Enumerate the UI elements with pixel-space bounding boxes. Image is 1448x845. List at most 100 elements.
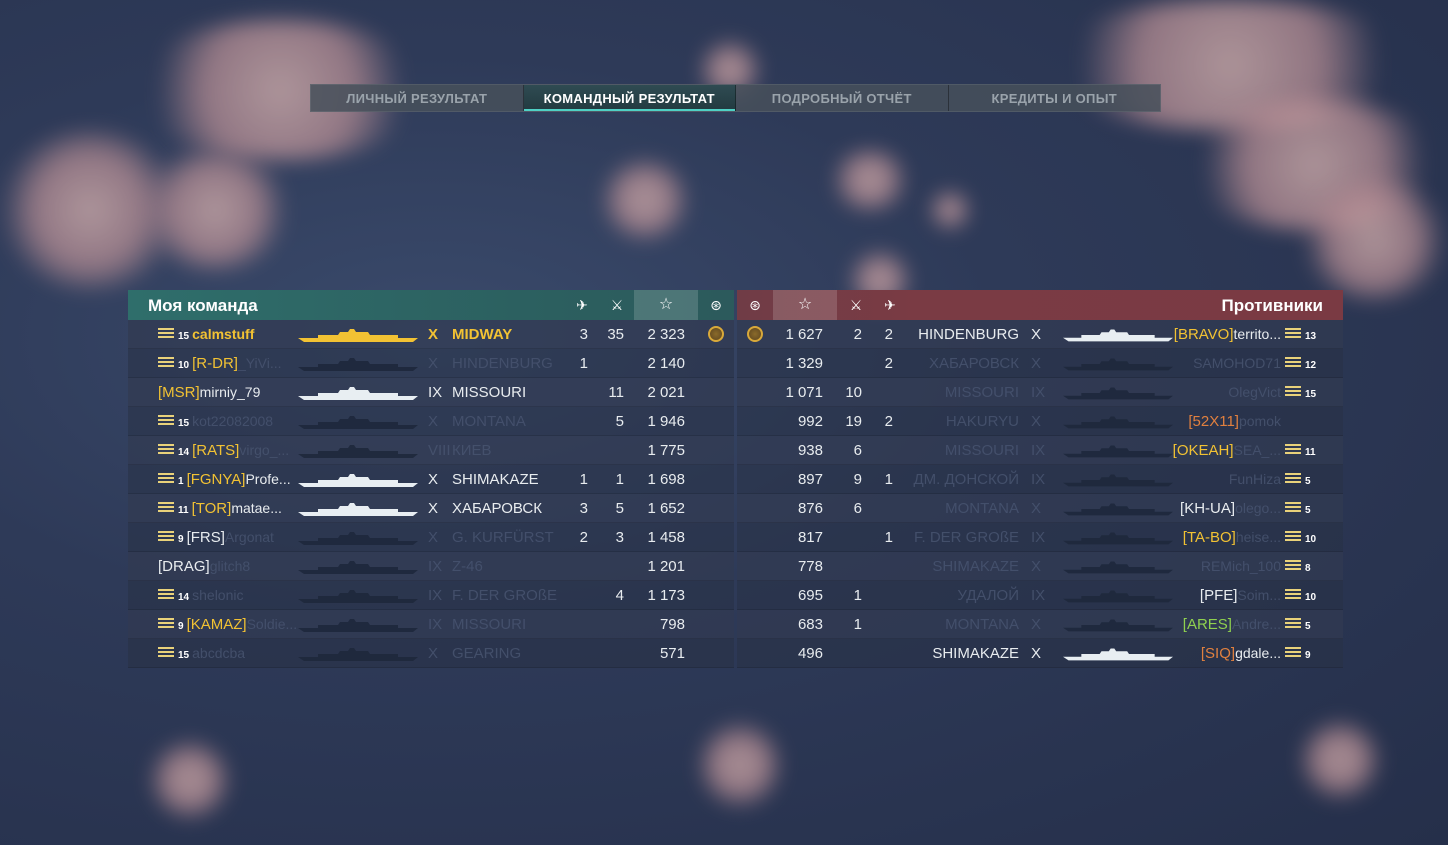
rank-chevron-icon (1285, 386, 1301, 398)
player-name-cell: 15 kot22082008 (158, 413, 273, 430)
player-name[interactable]: shelonic (192, 587, 243, 603)
tab-detailed[interactable]: ПОДРОБНЫЙ ОТЧЁТ (736, 85, 949, 111)
rank-number: 9 (178, 621, 184, 632)
clan-tag[interactable]: [SIQ] (1201, 645, 1235, 662)
clan-tag[interactable]: [RATS] (192, 442, 239, 459)
player-name[interactable]: FunHiza (1229, 471, 1281, 487)
clan-tag[interactable]: [ARES] (1183, 616, 1232, 633)
ships-destroyed: 19 (845, 413, 862, 430)
clan-tag[interactable]: [TA-BO] (1183, 529, 1236, 546)
player-name[interactable]: gdale... (1235, 645, 1281, 661)
rank-cell: 12 (1285, 355, 1316, 372)
player-name[interactable]: olego... (1235, 500, 1281, 516)
player-name[interactable]: _YiVi... (238, 355, 282, 371)
player-name[interactable]: pomok (1239, 413, 1281, 429)
player-name[interactable]: Profe... (245, 471, 290, 487)
ship-tier: X (1031, 645, 1042, 662)
table-row[interactable]: 14 shelonic IX F. DER GROßE 4 1 173 (128, 581, 734, 610)
planes-destroyed: 3 (579, 326, 588, 343)
ship-tier: X (428, 413, 439, 430)
rank-number: 5 (1305, 505, 1311, 516)
table-row[interactable]: 9 [FRS]Argonat X G. KURFÜRST 2 3 1 458 (128, 523, 734, 552)
player-name-cell: OlegVict (1228, 384, 1281, 401)
player-name[interactable]: mirniy_79 (200, 384, 261, 400)
medal-icon: ⊛ (749, 297, 761, 313)
player-name[interactable]: kot22082008 (192, 413, 273, 429)
player-name[interactable]: REMich_100 (1201, 558, 1281, 574)
table-row[interactable]: 778 SHIMAKAZE X REMich_100 8 (737, 552, 1343, 581)
table-row[interactable]: 817 1 F. DER GROßE IX [TA-BO]heise... 10 (737, 523, 1343, 552)
table-row[interactable]: 9 [KAMAZ]Soldie... IX MISSOURI 798 (128, 610, 734, 639)
table-row[interactable]: 938 6 MISSOURI IX [OKEAH]SEA_... 11 (737, 436, 1343, 465)
player-name[interactable]: SAMOHOD71 (1193, 355, 1281, 371)
player-name[interactable]: Soim... (1237, 587, 1281, 603)
table-row[interactable]: 15 calmstuff X MIDWAY 3 35 2 323 (128, 320, 734, 349)
ship-silhouette (1063, 531, 1173, 549)
player-name[interactable]: calmstuff (192, 326, 254, 342)
table-row[interactable]: 992 19 2 HAKURYU X [52X11]pomok (737, 407, 1343, 436)
base-xp: 1 627 (785, 326, 823, 343)
ship-silhouette-icon (298, 358, 418, 371)
player-name[interactable]: Soldie... (247, 616, 298, 632)
tab-team[interactable]: КОМАНДНЫЙ РЕЗУЛЬТАТ (523, 85, 736, 111)
ships-destroyed: 4 (615, 587, 624, 604)
clan-tag[interactable]: [BRAVO] (1174, 326, 1234, 343)
table-row[interactable]: 15 abcdcba X GEARING 571 (128, 639, 734, 668)
tab-credits-xp[interactable]: КРЕДИТЫ И ОПЫТ (949, 85, 1161, 111)
table-row[interactable]: 1 [FGNYA]Profe... X SHIMAKAZE 1 1 1 698 (128, 465, 734, 494)
table-row[interactable]: 897 9 1 ДМ. ДОНСКОЙ IX FunHiza 5 (737, 465, 1343, 494)
table-row[interactable]: 15 kot22082008 X MONTANA 5 1 946 (128, 407, 734, 436)
player-name[interactable]: glitch8 (210, 558, 250, 574)
table-row[interactable]: 496 SHIMAKAZE X [SIQ]gdale... 9 (737, 639, 1343, 668)
clan-tag[interactable]: [TOR] (192, 500, 232, 517)
ship-name: F. DER GROßE (913, 529, 1019, 546)
table-row[interactable]: 10 [R-DR]_YiVi... X HINDENBURG 1 2 140 (128, 349, 734, 378)
player-name[interactable]: OlegVict (1228, 384, 1281, 400)
player-name[interactable]: Argonat (225, 529, 274, 545)
ship-silhouette (298, 357, 418, 375)
clan-tag[interactable]: [FRS] (187, 529, 225, 546)
table-row[interactable]: [DRAG]glitch8 IX Z-46 1 201 (128, 552, 734, 581)
player-name[interactable]: SEA_... (1234, 442, 1281, 458)
player-name[interactable]: virgo_... (239, 442, 289, 458)
ship-tier: IX (428, 384, 443, 401)
clan-tag[interactable]: [DRAG] (158, 558, 210, 575)
rank-number: 10 (1305, 592, 1317, 603)
rank-number: 11 (178, 505, 189, 516)
player-name[interactable]: Andre... (1232, 616, 1281, 632)
base-xp: 1 775 (647, 442, 685, 459)
table-row[interactable]: 14 [RATS]virgo_... VIII КИЕВ 1 775 (128, 436, 734, 465)
table-row[interactable]: 1 627 2 2 HINDENBURG X [BRAVO]territo... 13 (737, 320, 1343, 349)
table-row[interactable]: 683 1 MONTANA X [ARES]Andre... 5 (737, 610, 1343, 639)
clan-tag[interactable]: [MSR] (158, 384, 200, 401)
base-xp: 2 140 (647, 355, 685, 372)
clan-tag[interactable]: [KAMAZ] (187, 616, 247, 633)
player-name[interactable]: territo... (1234, 326, 1281, 342)
player-name[interactable]: heise... (1236, 529, 1281, 545)
clan-tag[interactable]: [OKEAH] (1173, 442, 1234, 459)
ships-destroyed: 10 (845, 384, 862, 401)
table-row[interactable]: 876 6 MONTANA X [KH-UA]olego... 5 (737, 494, 1343, 523)
table-row[interactable]: 11 [TOR]matae... X ХАБАРОВСК 3 5 1 652 (128, 494, 734, 523)
table-row[interactable]: [MSR]mirniy_79 IX MISSOURI 11 2 021 (128, 378, 734, 407)
base-xp: 1 946 (647, 413, 685, 430)
table-row[interactable]: 1 071 10 MISSOURI IX OlegVict 15 (737, 378, 1343, 407)
clan-tag[interactable]: [R-DR] (192, 355, 238, 372)
ship-name: MONTANA (452, 413, 526, 430)
table-row[interactable]: 1 329 2 ХАБАРОВСК X SAMOHOD71 12 (737, 349, 1343, 378)
ships-destroyed: 6 (853, 442, 862, 459)
table-row[interactable]: 695 1 УДАЛОЙ IX [PFE]Soim... 10 (737, 581, 1343, 610)
clan-tag[interactable]: [FGNYA] (187, 471, 246, 488)
clan-tag[interactable]: [PFE] (1200, 587, 1238, 604)
ship-tier: X (1031, 558, 1042, 575)
ships-destroyed: 9 (853, 471, 862, 488)
rank-chevron-icon (158, 444, 174, 456)
player-name[interactable]: abcdcba (192, 645, 245, 661)
ship-tier: IX (1031, 587, 1046, 604)
ship-silhouette (298, 531, 418, 549)
tab-personal[interactable]: ЛИЧНЫЙ РЕЗУЛЬТАТ (311, 85, 524, 111)
clan-tag[interactable]: [KH-UA] (1180, 500, 1235, 517)
player-name[interactable]: matae... (231, 500, 282, 516)
clan-tag[interactable]: [52X11] (1188, 413, 1239, 430)
ship-silhouette-icon (298, 590, 418, 603)
